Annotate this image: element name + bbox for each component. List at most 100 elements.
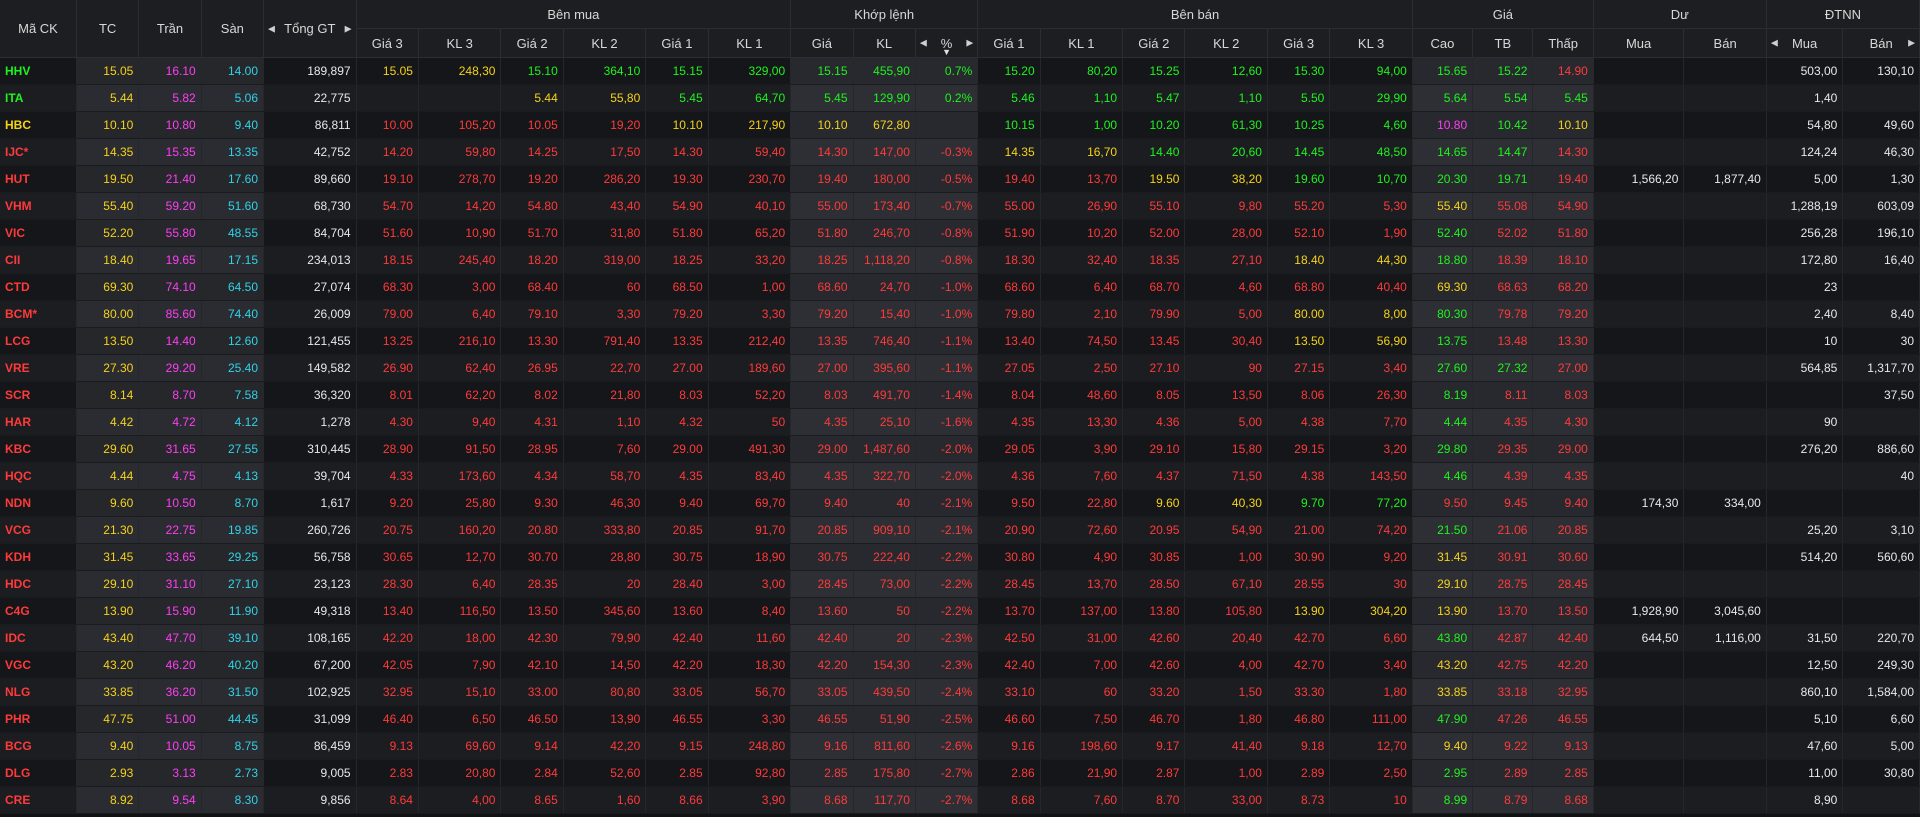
header-sell-price-2[interactable]: Giá 2 bbox=[1122, 28, 1186, 58]
header-buy-price-2[interactable]: Giá 2 bbox=[500, 28, 564, 58]
cell-match-vol: 395,60 bbox=[853, 354, 916, 382]
cell-symbol[interactable]: NLG bbox=[0, 678, 77, 706]
sort-desc-icon[interactable]: ▼ bbox=[942, 47, 951, 57]
header-sell-vol-3[interactable]: KL 3 bbox=[1329, 28, 1413, 58]
header-remaining-buy[interactable]: Mua bbox=[1593, 28, 1685, 58]
cell-symbol[interactable]: IDC bbox=[0, 624, 77, 652]
table-row[interactable]: HQC 4.44 4.75 4.13 39,704 4.33 173,60 4.34 58,70… bbox=[0, 462, 1920, 490]
table-row[interactable]: HBC 10.10 10.80 9.40 86,811 10.00 105,20 10.05 1… bbox=[0, 111, 1920, 139]
right-arrow-icon[interactable]: ▶ bbox=[345, 23, 352, 34]
header-match-vol[interactable]: KL bbox=[853, 28, 916, 58]
right-arrow-icon[interactable]: ▶ bbox=[1908, 38, 1915, 49]
cell-symbol[interactable]: VGC bbox=[0, 651, 77, 679]
cell-symbol[interactable]: CII bbox=[0, 246, 77, 274]
cell-high: 47.90 bbox=[1412, 705, 1474, 733]
table-row[interactable]: HAR 4.42 4.72 4.12 1,278 4.30 9,40 4.31 1,10 4.32… bbox=[0, 408, 1920, 436]
table-row[interactable]: NDN 9.60 10.50 8.70 1,617 9.20 25,80 9.30 46,30 9… bbox=[0, 489, 1920, 517]
table-row[interactable]: VIC 52.20 55.80 48.55 84,704 51.60 10,90 51.70 3… bbox=[0, 219, 1920, 247]
cell-symbol[interactable]: BCM* bbox=[0, 300, 77, 328]
header-reference[interactable]: TC bbox=[76, 0, 140, 58]
cell-symbol[interactable]: VCG bbox=[0, 516, 77, 544]
header-high[interactable]: Cao bbox=[1412, 28, 1474, 58]
cell-sell-price-3: 33.30 bbox=[1267, 678, 1331, 706]
table-row[interactable]: HDC 29.10 31.10 27.10 23,123 28.30 6,40 28.35 20… bbox=[0, 570, 1920, 598]
table-row[interactable]: PHR 47.75 51.00 44.45 31,099 46.40 6,50 46.50 13… bbox=[0, 705, 1920, 733]
cell-symbol[interactable]: IJC* bbox=[0, 138, 77, 166]
cell-buy-vol-1: 40,10 bbox=[708, 192, 792, 220]
cell-symbol[interactable]: HDC bbox=[0, 570, 77, 598]
table-row[interactable]: KBC 29.60 31.65 27.55 310,445 28.90 91,50 28.95… bbox=[0, 435, 1920, 463]
cell-symbol[interactable]: VRE bbox=[0, 354, 77, 382]
cell-buy-vol-2: 31,80 bbox=[563, 219, 647, 247]
table-row[interactable]: ITA 5.44 5.82 5.06 22,775 5.44 55,80 5.45 64,70 5… bbox=[0, 84, 1920, 112]
cell-symbol[interactable]: HAR bbox=[0, 408, 77, 436]
table-row[interactable]: VHM 55.40 59.20 51.60 68,730 54.70 14,20 54.80 4… bbox=[0, 192, 1920, 220]
cell-buy-vol-2: 364,10 bbox=[563, 57, 647, 85]
header-symbol[interactable]: Mã CK bbox=[0, 0, 77, 58]
cell-symbol[interactable]: SCR bbox=[0, 381, 77, 409]
cell-symbol[interactable]: LCG bbox=[0, 327, 77, 355]
table-row[interactable]: BCM* 80.00 85.60 74.40 26,009 79.00 6,40 79.10 3… bbox=[0, 300, 1920, 328]
cell-high: 69.30 bbox=[1412, 273, 1474, 301]
cell-symbol[interactable]: C4G bbox=[0, 597, 77, 625]
cell-symbol[interactable]: KDH bbox=[0, 543, 77, 571]
table-row[interactable]: VGC 43.20 46.20 40.20 67,200 42.05 7,90 42.10 14… bbox=[0, 651, 1920, 679]
left-arrow-icon[interactable]: ◀ bbox=[920, 38, 927, 49]
table-row[interactable]: CRE 8.92 9.54 8.30 9,856 8.64 4,00 8.65 1,60 8.66… bbox=[0, 786, 1920, 814]
header-buy-vol-3[interactable]: KL 3 bbox=[418, 28, 502, 58]
cell-symbol[interactable]: BCG bbox=[0, 732, 77, 760]
cell-symbol[interactable]: HQC bbox=[0, 462, 77, 490]
table-row[interactable]: HUT 19.50 21.40 17.60 89,660 19.10 278,70 19.20… bbox=[0, 165, 1920, 193]
header-ceiling[interactable]: Trần bbox=[138, 0, 202, 58]
table-row[interactable]: LCG 13.50 14.40 12.60 121,455 13.25 216,10 13.3… bbox=[0, 327, 1920, 355]
cell-symbol[interactable]: ITA bbox=[0, 84, 77, 112]
table-row[interactable]: KDH 31.45 33.65 29.25 56,758 30.65 12,70 30.70 2… bbox=[0, 543, 1920, 571]
table-row[interactable]: HHV 15.05 16.10 14.00 189,897 15.05 248,30 15.1… bbox=[0, 57, 1920, 85]
header-buy-price-1[interactable]: Giá 1 bbox=[645, 28, 709, 58]
table-row[interactable]: BCG 9.40 10.05 8.75 86,459 9.13 69,60 9.14 42,20… bbox=[0, 732, 1920, 760]
cell-remaining-sell: 1,877,40 bbox=[1683, 165, 1767, 193]
header-remaining-sell[interactable]: Bán bbox=[1683, 28, 1767, 58]
cell-symbol[interactable]: PHR bbox=[0, 705, 77, 733]
cell-buy-vol-1: 1,00 bbox=[708, 273, 792, 301]
header-buy-vol-2[interactable]: KL 2 bbox=[563, 28, 647, 58]
cell-symbol[interactable]: CTD bbox=[0, 273, 77, 301]
header-floor[interactable]: Sàn bbox=[201, 0, 265, 58]
cell-symbol[interactable]: CRE bbox=[0, 786, 77, 814]
table-row[interactable]: VRE 27.30 29.20 25.40 149,582 26.90 62,40 26.95… bbox=[0, 354, 1920, 382]
table-row[interactable]: NLG 33.85 36.20 31.50 102,925 32.95 15,10 33.00… bbox=[0, 678, 1920, 706]
header-average[interactable]: TB bbox=[1472, 28, 1534, 58]
header-sell-price-3[interactable]: Giá 3 bbox=[1267, 28, 1331, 58]
table-row[interactable]: CTD 69.30 74.10 64.50 27,074 68.30 3,00 68.40 60… bbox=[0, 273, 1920, 301]
header-buy-price-3[interactable]: Giá 3 bbox=[356, 28, 419, 58]
header-low[interactable]: Thấp bbox=[1532, 28, 1594, 58]
header-foreign-sell[interactable]: Bán ▶ bbox=[1842, 28, 1920, 58]
table-row[interactable]: CII 18.40 19.65 17.15 234,013 18.15 245,40 18.2… bbox=[0, 246, 1920, 274]
table-row[interactable]: SCR 8.14 8.70 7.58 36,320 8.01 62,20 8.02 21,80 8… bbox=[0, 381, 1920, 409]
cell-low: 32.95 bbox=[1532, 678, 1594, 706]
cell-symbol[interactable]: NDN bbox=[0, 489, 77, 517]
cell-symbol[interactable]: KBC bbox=[0, 435, 77, 463]
header-sell-vol-1[interactable]: KL 1 bbox=[1040, 28, 1124, 58]
cell-symbol[interactable]: HHV bbox=[0, 57, 77, 85]
cell-symbol[interactable]: VHM bbox=[0, 192, 77, 220]
table-row[interactable]: DLG 2.93 3.13 2.73 9,005 2.83 20,80 2.84 52,60 2.… bbox=[0, 759, 1920, 787]
table-row[interactable]: VCG 21.30 22.75 19.85 260,726 20.75 160,20 20.8… bbox=[0, 516, 1920, 544]
cell-symbol[interactable]: VIC bbox=[0, 219, 77, 247]
table-row[interactable]: IJC* 14.35 15.35 13.35 42,752 14.20 59,80 14.25… bbox=[0, 138, 1920, 166]
right-arrow-icon[interactable]: ▶ bbox=[966, 38, 973, 49]
cell-symbol[interactable]: HUT bbox=[0, 165, 77, 193]
header-sell-vol-2[interactable]: KL 2 bbox=[1184, 28, 1268, 58]
header-buy-vol-1[interactable]: KL 1 bbox=[708, 28, 792, 58]
table-row[interactable]: IDC 43.40 47.70 39.10 108,165 42.20 18,00 42.30… bbox=[0, 624, 1920, 652]
cell-symbol[interactable]: HBC bbox=[0, 111, 77, 139]
table-row[interactable]: C4G 13.90 15.90 11.90 49,318 13.40 116,50 13.50… bbox=[0, 597, 1920, 625]
header-match-price[interactable]: Giá bbox=[790, 28, 854, 58]
header-match-pct[interactable]: ◀ % ▶ ▼ bbox=[915, 28, 979, 58]
left-arrow-icon[interactable]: ◀ bbox=[268, 23, 275, 34]
header-foreign-buy[interactable]: ◀ Mua bbox=[1766, 28, 1844, 58]
header-total-value[interactable]: ◀ Tổng GT ▶ bbox=[263, 0, 357, 58]
cell-symbol[interactable]: DLG bbox=[0, 759, 77, 787]
header-sell-price-1[interactable]: Giá 1 bbox=[977, 28, 1041, 58]
left-arrow-icon[interactable]: ◀ bbox=[1771, 38, 1778, 49]
